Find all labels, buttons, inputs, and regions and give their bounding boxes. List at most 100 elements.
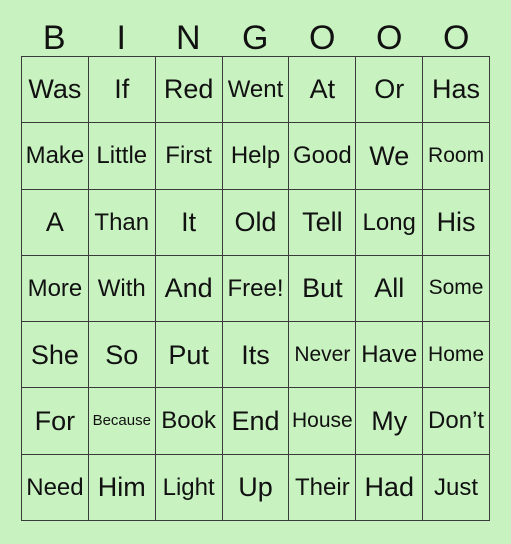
bingo-card: B I N G O O O Was If Red Went At Or Has Make Lit… [0, 0, 511, 544]
bingo-cell[interactable]: Help [222, 123, 290, 190]
bingo-cell[interactable]: And [155, 255, 223, 323]
bingo-cell[interactable]: Make [22, 123, 89, 190]
bingo-cell[interactable]: Good [289, 123, 357, 190]
bingo-header-letter: N [175, 19, 202, 57]
bingo-cell[interactable]: Because [88, 388, 156, 455]
bingo-cell[interactable]: Was [22, 57, 89, 124]
bingo-cell-label: My [371, 405, 408, 436]
bingo-cell[interactable]: More [22, 255, 89, 323]
bingo-cell-label: For [34, 405, 76, 436]
bingo-cell-label: Had [364, 472, 414, 503]
bingo-cell[interactable]: Their [289, 454, 357, 521]
bingo-cell[interactable]: Some [423, 255, 490, 323]
bingo-cell[interactable]: But [289, 255, 357, 323]
bingo-cell[interactable]: His [423, 189, 490, 256]
bingo-cell-label: Never [294, 342, 351, 366]
bingo-cell[interactable]: Went [222, 57, 290, 124]
bingo-cell-label: Or [374, 74, 405, 105]
bingo-cell-label: Went [227, 76, 284, 104]
bingo-header-letter: O [443, 19, 470, 57]
bingo-cell[interactable]: End [222, 388, 290, 455]
bingo-cell-label: Some [428, 276, 484, 300]
bingo-cell[interactable]: Or [356, 57, 424, 124]
bingo-cell-label: Up [238, 472, 273, 503]
bingo-cell-label: Has [432, 74, 481, 105]
bingo-cell-label: But [302, 273, 343, 304]
bingo-header-letter: O [309, 19, 336, 57]
bingo-cell[interactable]: Room [423, 123, 490, 190]
bingo-cell-label: Than [94, 208, 150, 236]
bingo-cell[interactable]: She [22, 322, 89, 389]
bingo-cell-label: All [374, 273, 405, 304]
bingo-cell-label: She [30, 339, 79, 370]
bingo-cell-label: Free! [227, 274, 284, 302]
bingo-cell-label: More [27, 274, 83, 302]
bingo-header-letter: G [242, 19, 269, 57]
bingo-cell[interactable]: With [88, 255, 156, 323]
bingo-cell[interactable]: Home [423, 322, 490, 389]
bingo-header-row: B I N G O O O [21, 10, 490, 56]
bingo-cell[interactable]: For [22, 388, 89, 455]
bingo-cell[interactable]: Don’t [423, 388, 490, 455]
bingo-cell[interactable]: Need [22, 454, 89, 521]
bingo-cell[interactable]: If [88, 57, 156, 124]
bingo-cell[interactable]: Never [289, 322, 357, 389]
bingo-cell[interactable]: Long [356, 189, 424, 256]
bingo-cell[interactable]: Light [155, 454, 223, 521]
bingo-cell[interactable]: My [356, 388, 424, 455]
bingo-cell-label: Don’t [428, 407, 485, 435]
bingo-cell-label: House [292, 409, 353, 433]
bingo-cell-label: Little [96, 142, 148, 170]
bingo-cell[interactable]: Has [423, 57, 490, 124]
bingo-cell[interactable]: First [155, 123, 223, 190]
bingo-cell[interactable]: At [289, 57, 357, 124]
bingo-cell[interactable]: House [289, 388, 357, 455]
bingo-cell-label: At [309, 74, 336, 105]
bingo-cell[interactable]: Up [222, 454, 290, 521]
bingo-cell[interactable]: Tell [289, 189, 357, 256]
bingo-cell[interactable]: A [22, 189, 89, 256]
bingo-cell-label: Was [28, 74, 82, 105]
bingo-cell-label: Red [163, 74, 214, 105]
bingo-cell-label: A [45, 207, 64, 238]
bingo-cell[interactable]: Had [356, 454, 424, 521]
bingo-cell-label: Home [428, 342, 485, 366]
bingo-cell[interactable]: Have [356, 322, 424, 389]
bingo-cell[interactable]: Just [423, 454, 490, 521]
bingo-cell[interactable]: Him [88, 454, 156, 521]
bingo-cell[interactable]: Put [155, 322, 223, 389]
bingo-cell[interactable]: Than [88, 189, 156, 256]
bingo-header-letter: B [42, 19, 67, 57]
bingo-cell[interactable]: Its [222, 322, 290, 389]
bingo-cell-label: Its [241, 339, 270, 370]
bingo-cell[interactable]: We [356, 123, 424, 190]
bingo-cell-label: We [369, 140, 410, 171]
bingo-cell[interactable]: Red [155, 57, 223, 124]
bingo-cell[interactable]: Little [88, 123, 156, 190]
bingo-cell[interactable]: Book [155, 388, 223, 455]
bingo-cell-label: Put [168, 339, 209, 370]
bingo-cell-label: Make [25, 142, 85, 170]
bingo-cell-label: With [97, 274, 146, 302]
bingo-cell-label: Book [161, 407, 216, 435]
bingo-cell-label: First [165, 142, 212, 170]
bingo-cell-label: If [114, 74, 130, 105]
bingo-cell-label: His [436, 207, 476, 238]
bingo-cell-label: Room [428, 143, 485, 167]
bingo-cell-label: Just [434, 473, 479, 501]
bingo-header-letter: I [116, 19, 127, 57]
bingo-cell[interactable]: So [88, 322, 156, 389]
bingo-cell-label: Tell [302, 207, 343, 238]
bingo-cell[interactable]: It [155, 189, 223, 256]
bingo-cell[interactable]: All [356, 255, 424, 323]
bingo-cell-label: Him [97, 472, 146, 503]
bingo-cell[interactable]: Free! [222, 255, 290, 323]
bingo-cell-label: So [105, 339, 139, 370]
bingo-header-letter: O [376, 19, 403, 57]
bingo-cell-label: Light [162, 473, 215, 501]
bingo-cell-label: Their [295, 473, 350, 501]
bingo-cell-label: Need [26, 473, 84, 501]
bingo-grid: Was If Red Went At Or Has Make Little First Help Go… [21, 56, 490, 521]
bingo-cell[interactable]: Old [222, 189, 290, 256]
bingo-cell-label: And [164, 273, 213, 304]
